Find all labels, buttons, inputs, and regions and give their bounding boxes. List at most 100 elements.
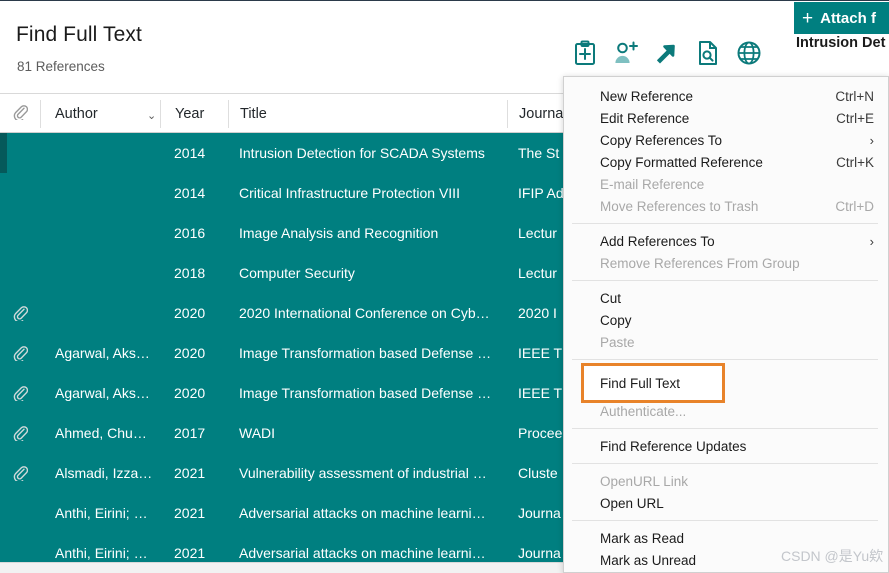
attach-file-label: Attach f (820, 9, 876, 27)
menu-item-label: Move References to Trash (600, 198, 759, 214)
cell-year: 2017 (174, 425, 206, 441)
cell-year: 2020 (174, 385, 206, 401)
reference-count: 81 References (17, 59, 105, 74)
chevron-right-icon: › (869, 233, 874, 249)
cell-year: 2021 (174, 505, 206, 521)
menu-item-shortcut: Ctrl+K (836, 154, 874, 170)
menu-item-label: OpenURL Link (600, 473, 689, 489)
menu-item-label: Mark as Read (600, 530, 685, 546)
cell-author: Ahmed, Chu… (55, 425, 147, 441)
cell-year: 2020 (174, 305, 206, 321)
cell-attachment (0, 465, 41, 481)
paperclip-icon (13, 104, 28, 124)
menu-item-label: New Reference (600, 88, 694, 104)
menu-item-label: Cut (600, 290, 622, 306)
menu-item-copy-formatted-reference[interactable]: Copy Formatted Reference Ctrl+K (564, 151, 888, 173)
reference-context-menu[interactable]: New Reference Ctrl+N Edit Reference Ctrl+E C… (563, 76, 889, 573)
share-export-icon[interactable] (653, 38, 681, 68)
menu-separator (572, 280, 878, 281)
find-full-text-icon[interactable] (694, 38, 722, 68)
menu-item-move-references-to-trash: Move References to Trash Ctrl+D (564, 195, 888, 217)
menu-item-mark-as-read[interactable]: Mark as Read (564, 527, 888, 549)
menu-item-label: Find Reference Updates (600, 438, 747, 454)
menu-item-mark-as-unread[interactable]: Mark as Unread (564, 549, 888, 571)
menu-item-shortcut: Ctrl+D (835, 198, 874, 214)
menu-separator (572, 428, 878, 429)
cell-year: 2014 (174, 185, 206, 201)
add-author-icon[interactable] (612, 38, 640, 68)
cell-attachment (0, 385, 41, 401)
cell-year: 2018 (174, 265, 206, 281)
cell-title: Image Analysis and Recognition (239, 225, 439, 241)
menu-item-edit-reference[interactable]: Edit Reference Ctrl+E (564, 107, 888, 129)
menu-item-shortcut: Ctrl+E (836, 110, 874, 126)
new-reference-icon[interactable] (571, 38, 599, 68)
cell-title: Intrusion Detection for SCADA Systems (239, 145, 485, 161)
endnote-window: Find Full Text 81 References Author ⌄ Ye… (0, 0, 889, 573)
menu-item-copy-references-to[interactable]: Copy References To › (564, 129, 888, 151)
cell-year: 2016 (174, 225, 206, 241)
column-header-author-label: Author (55, 105, 98, 122)
cell-attachment (0, 345, 41, 361)
menu-item-cut[interactable]: Cut (564, 287, 888, 309)
column-header-attachment[interactable] (0, 95, 40, 132)
cell-title: Adversarial attacks on machine learni… (239, 545, 486, 561)
menu-item-label: Remove References From Group (600, 255, 800, 271)
menu-item-open-url[interactable]: Open URL (564, 492, 888, 514)
cell-year: 2021 (174, 545, 206, 561)
column-header-author[interactable]: Author ⌄ (41, 95, 160, 132)
cell-title: Computer Security (239, 265, 355, 281)
menu-item-remove-references-from-group: Remove References From Group (564, 252, 888, 274)
column-header-title-label: Title (240, 105, 267, 122)
menu-item-label: Copy References To (600, 132, 723, 148)
column-header-title[interactable]: Title (229, 95, 507, 132)
attach-file-button[interactable]: + Attach f (794, 2, 889, 34)
plus-icon: + (802, 7, 814, 29)
menu-item-label: Open URL (600, 495, 664, 511)
cell-author: Agarwal, Aks… (55, 345, 150, 361)
cell-year: 2020 (174, 345, 206, 361)
page-title: Find Full Text (16, 23, 142, 46)
chevron-right-icon: › (869, 132, 874, 148)
cell-year: 2021 (174, 465, 206, 481)
menu-item-label: Copy (600, 312, 632, 328)
column-header-year[interactable]: Year (161, 95, 228, 132)
toolbar (571, 38, 763, 68)
cell-title: 2020 International Conference on Cyb… (239, 305, 490, 321)
menu-item-openurl-link: OpenURL Link (564, 470, 888, 492)
menu-item-copy[interactable]: Copy (564, 309, 888, 331)
menu-item-paste: Paste (564, 331, 888, 353)
cell-title: Adversarial attacks on machine learni… (239, 505, 486, 521)
menu-item-label: Authenticate... (600, 403, 687, 419)
cell-author: Alsmadi, Izza… (55, 465, 153, 481)
cell-title: Image Transformation based Defense … (239, 345, 492, 361)
menu-item-label: Copy Formatted Reference (600, 154, 763, 170)
menu-item-add-references-to[interactable]: Add References To › (564, 230, 888, 252)
cell-title: WADI (239, 425, 276, 441)
cell-attachment (0, 425, 41, 441)
cell-author: Agarwal, Aks… (55, 385, 150, 401)
menu-item-find-full-text[interactable]: Find Full Text (581, 363, 725, 403)
menu-item-authenticate: Authenticate... (564, 400, 888, 422)
detail-reference-title: Intrusion Det (796, 35, 886, 51)
cell-title: Vulnerability assessment of industrial … (239, 465, 487, 481)
menu-item-label: Add References To (600, 233, 715, 249)
menu-item-label: E-mail Reference (600, 176, 705, 192)
column-header-journal-label: Journal (519, 105, 567, 122)
menu-separator (572, 463, 878, 464)
cell-title: Critical Infrastructure Protection VIII (239, 185, 460, 201)
menu-item-new-reference[interactable]: New Reference Ctrl+N (564, 85, 888, 107)
cell-year: 2014 (174, 145, 206, 161)
menu-item-label: Find Full Text (600, 375, 681, 391)
chevron-down-icon[interactable]: ⌄ (147, 109, 156, 122)
open-url-globe-icon[interactable] (735, 38, 763, 68)
menu-separator (572, 520, 878, 521)
menu-item-e-mail-reference: E-mail Reference (564, 173, 888, 195)
menu-item-shortcut: Ctrl+N (835, 88, 874, 104)
menu-item-find-reference-updates[interactable]: Find Reference Updates (564, 435, 888, 457)
menu-item-label: Edit Reference (600, 110, 690, 126)
menu-item-label: Mark as Unread (600, 552, 697, 568)
cell-title: Image Transformation based Defense … (239, 385, 492, 401)
cell-author: Anthi, Eirini; … (55, 545, 148, 561)
menu-separator (572, 359, 878, 360)
